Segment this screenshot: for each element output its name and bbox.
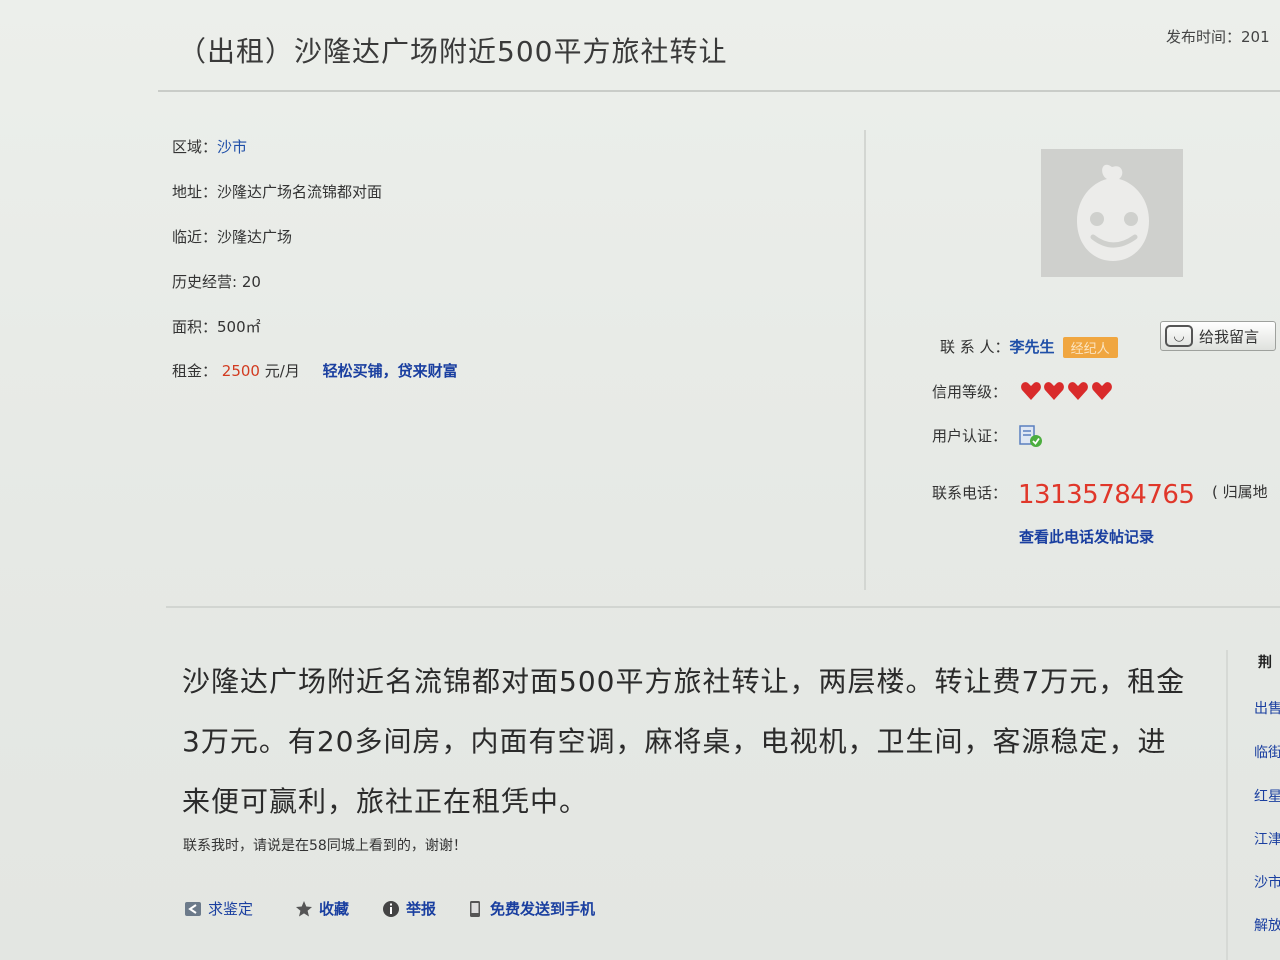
verify-row: 用户认证： <box>932 425 1007 446</box>
nearby-row: 临近：沙隆达广场 <box>172 226 292 247</box>
phone-row: 联系电话： <box>932 482 1007 503</box>
user-avatar <box>1041 149 1183 277</box>
rent-label: 租金： <box>172 362 218 380</box>
address-row: 地址：沙隆达广场名流锦都对面 <box>172 181 382 202</box>
column-divider <box>864 130 866 590</box>
appraise-label: 求鉴定 <box>208 900 254 918</box>
credit-label: 信用等级： <box>932 383 1008 401</box>
sidebar-divider <box>1226 650 1228 960</box>
header-divider <box>158 90 1280 92</box>
size-row: 面积：500㎡ <box>172 316 261 337</box>
send-to-phone-button[interactable]: 免费发送到手机 <box>466 898 595 919</box>
history-value: 20 <box>241 273 261 291</box>
leave-message-button[interactable]: ◡ 给我留言 <box>1160 321 1276 351</box>
section-divider <box>166 606 1280 608</box>
area-row: 区域：沙市 <box>172 136 247 157</box>
credit-hearts <box>1021 382 1112 400</box>
rent-row: 租金： 2500 元/月 轻松买铺，贷来财富 <box>172 360 458 381</box>
sidebar-item[interactable]: 沙市 <box>1254 872 1280 892</box>
size-label: 面积： <box>172 318 218 336</box>
nearby-label: 临近： <box>172 228 218 246</box>
address-label: 地址： <box>172 183 218 201</box>
agent-badge: 经纪人 <box>1062 337 1118 358</box>
rent-amount: 2500 <box>221 362 260 380</box>
publish-time-value: 201 <box>1241 28 1270 46</box>
verified-id-icon[interactable] <box>1018 424 1044 448</box>
report-button[interactable]: 举报 <box>382 898 436 919</box>
sidebar-item[interactable]: 出售 <box>1254 698 1280 718</box>
phone-label: 联系电话： <box>932 484 1008 502</box>
star-icon <box>296 900 312 916</box>
sidebar-item[interactable]: 解放 <box>1254 915 1280 935</box>
history-row: 历史经营: 20 <box>172 271 261 292</box>
phone-region: ( 归属地 <box>1212 483 1268 501</box>
listing-page: （出租）沙隆达广场附近500平方旅社转让 发布时间：201 区域：沙市 地址：沙… <box>0 0 1280 960</box>
contact-person-label: 联 系 人： <box>940 338 1010 356</box>
loan-promo-link[interactable]: 轻松买铺，贷来财富 <box>323 362 458 380</box>
chat-face-icon: ◡ <box>1165 325 1193 347</box>
share-icon <box>185 901 201 916</box>
verify-label: 用户认证： <box>932 427 1008 445</box>
contact-notice: 联系我时，请说是在58同城上看到的，谢谢！ <box>183 838 467 854</box>
report-label: 举报 <box>406 900 437 918</box>
size-value: 500㎡ <box>217 318 261 336</box>
rent-unit: 元/月 <box>264 362 300 380</box>
heart-icon <box>1092 382 1112 400</box>
heart-icon <box>1021 382 1041 400</box>
nearby-value: 沙隆达广场 <box>217 228 293 246</box>
address-value: 沙隆达广场名流锦都对面 <box>217 183 383 201</box>
contact-person-row: 联 系 人：李先生 经纪人 <box>940 336 1118 358</box>
sidebar-item[interactable]: 江津 <box>1254 829 1280 849</box>
publish-time: 发布时间：201 <box>1166 26 1270 47</box>
info-icon <box>383 900 399 917</box>
area-label: 区域： <box>172 138 218 156</box>
sidebar-item[interactable]: 红星 <box>1254 786 1280 806</box>
heart-icon <box>1044 382 1064 400</box>
credit-row: 信用等级： <box>932 381 1007 402</box>
appraise-button[interactable]: 求鉴定 <box>184 898 253 919</box>
mobile-phone-icon <box>470 900 480 917</box>
area-link[interactable]: 沙市 <box>217 138 247 156</box>
history-label: 历史经营: <box>172 273 238 291</box>
leave-message-label: 给我留言 <box>1199 327 1260 346</box>
listing-title: （出租）沙隆达广场附近500平方旅社转让 <box>178 35 728 68</box>
heart-icon <box>1068 382 1088 400</box>
phone-history-link[interactable]: 查看此电话发帖记录 <box>1019 526 1154 547</box>
sidebar-item[interactable]: 临街 <box>1254 742 1280 762</box>
listing-description: 沙隆达广场附近名流锦都对面500平方旅社转让，两层楼。转让费7万元，租金3万元。… <box>182 665 1186 818</box>
contact-person-name[interactable]: 李先生 <box>1010 338 1055 356</box>
phone-number: 13135784765 <box>1018 480 1195 510</box>
send-to-phone-label: 免费发送到手机 <box>490 900 596 918</box>
publish-time-label: 发布时间： <box>1166 28 1242 46</box>
favorite-button[interactable]: 收藏 <box>295 898 349 919</box>
sidebar-heading: 荆 <box>1258 655 1272 671</box>
default-avatar-icon <box>1041 149 1183 277</box>
favorite-label: 收藏 <box>319 900 350 918</box>
